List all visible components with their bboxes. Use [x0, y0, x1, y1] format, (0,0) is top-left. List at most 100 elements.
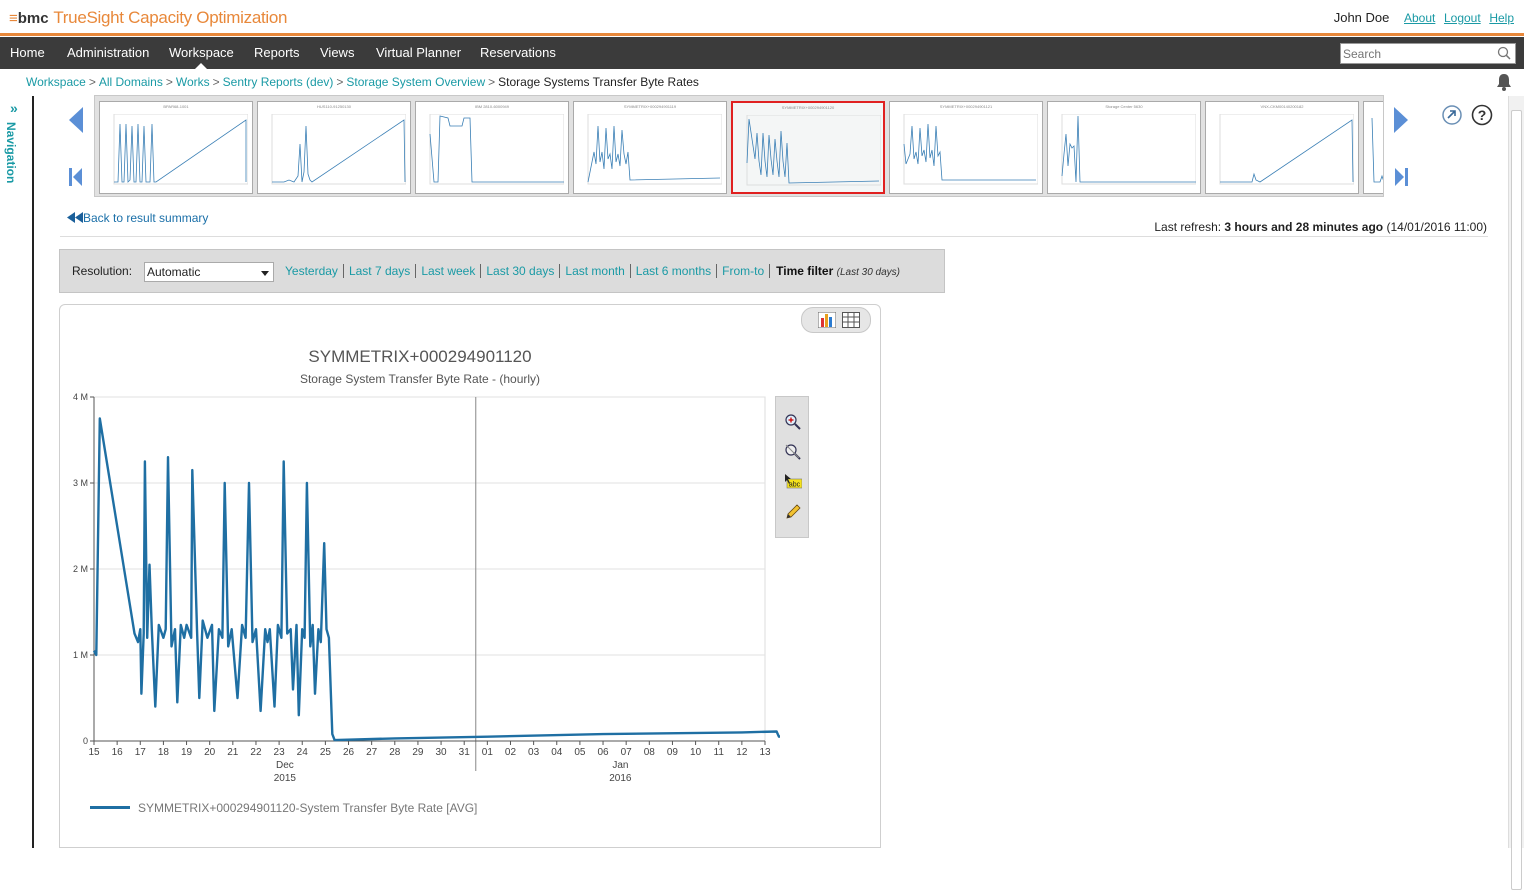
x-tick-label: 21 [227, 747, 239, 758]
search-box [1340, 43, 1516, 64]
x-tick-label: 18 [158, 747, 170, 758]
link-icon[interactable] [1442, 105, 1462, 125]
menu-views[interactable]: Views [320, 37, 354, 69]
breadcrumb-all-domains[interactable]: All Domains [99, 75, 163, 89]
x-tick-label: 31 [459, 747, 471, 758]
help-link[interactable]: Help [1489, 11, 1514, 25]
thumbnail[interactable]: SYMMETRIX+000294901121 [889, 101, 1043, 194]
period-last-week[interactable]: Last week [416, 264, 482, 278]
chart-legend[interactable]: SYMMETRIX+000294901120-System Transfer B… [90, 801, 477, 815]
zoom-reset-icon[interactable] [784, 443, 802, 461]
bar-chart-icon[interactable] [818, 312, 836, 328]
x-tick-label: 23 [274, 747, 286, 758]
x-tick-label: 09 [667, 747, 679, 758]
y-tick-label: 0 [83, 736, 88, 746]
chart-panel: SYMMETRIX+000294901120 Storage System Tr… [59, 304, 881, 848]
bell-icon[interactable] [1494, 72, 1514, 92]
x-tick-label: 28 [389, 747, 401, 758]
menu-reservations[interactable]: Reservations [480, 37, 556, 69]
breadcrumb-workspace[interactable]: Workspace [26, 75, 86, 89]
table-icon[interactable] [842, 312, 860, 328]
x-group-year: 2016 [609, 773, 632, 784]
x-tick-label: 20 [204, 747, 216, 758]
time-filter-label: Time filter [776, 264, 834, 278]
x-tick-label: 11 [714, 747, 725, 758]
carousel-prev-icon[interactable] [68, 106, 84, 134]
back-icon [67, 212, 83, 223]
x-tick-label: 29 [412, 747, 424, 758]
x-tick-label: 08 [644, 747, 656, 758]
series-line [92, 417, 780, 742]
thumbnail-chart [1219, 114, 1354, 185]
thumbnail[interactable]: VNX-CKM00140200182 [1205, 101, 1359, 194]
line-chart: 0 1 M 2 M 3 M 4 M 15 16 17 18 19 20 21 22 23 24 25 26 27 2… [73, 392, 780, 784]
thumbnail[interactable]: IBM 2810-6000949 [415, 101, 569, 194]
x-tick-label: 16 [112, 747, 124, 758]
thumbnail[interactable]: Storage Center 5630 [1047, 101, 1201, 194]
period-last-month[interactable]: Last month [560, 264, 631, 278]
x-tick-label: 05 [574, 747, 586, 758]
x-tick-label: 25 [320, 747, 332, 758]
carousel-last-icon[interactable] [1394, 168, 1408, 186]
y-tick-label: 2 M [73, 564, 88, 574]
svg-text:?: ? [1478, 107, 1487, 123]
breadcrumb-sentry-reports[interactable]: Sentry Reports (dev) [223, 75, 334, 89]
about-link[interactable]: About [1404, 11, 1435, 25]
logout-link[interactable]: Logout [1444, 11, 1481, 25]
product-name: TrueSight Capacity Optimization [53, 8, 288, 27]
breadcrumb-storage-overview[interactable]: Storage System Overview [346, 75, 485, 89]
back-to-summary-link[interactable]: Back to result summary [67, 211, 208, 225]
breadcrumb-works[interactable]: Works [176, 75, 210, 89]
menu-home[interactable]: Home [10, 37, 45, 69]
help-icon[interactable]: ? [1471, 104, 1493, 126]
x-tick-label: 19 [181, 747, 193, 758]
x-tick-label: 22 [250, 747, 262, 758]
navigation-panel[interactable]: » Navigation [0, 96, 34, 848]
x-tick-label: 15 [88, 747, 100, 758]
divider [60, 236, 1488, 237]
svg-text:abc: abc [789, 482, 801, 489]
scrollbar-thumb[interactable] [1511, 110, 1522, 890]
thumbnail-selected[interactable]: SYMMETRIX+000294901120 [731, 101, 885, 194]
y-tick-label: 1 M [73, 650, 88, 660]
page-scrollbar[interactable] [1508, 96, 1524, 890]
period-yesterday[interactable]: Yesterday [280, 264, 344, 278]
x-group-month: Dec [276, 760, 294, 771]
main-menu: Home Administration Workspace Reports Vi… [0, 37, 1524, 69]
chart-toolbar: abc [775, 396, 809, 538]
thumbnail[interactable]: BPAR68-1001 [99, 101, 253, 194]
x-group-month: Jan [612, 760, 628, 771]
carousel-first-icon[interactable] [69, 168, 83, 186]
user-box: John Doe About Logout Help [1334, 10, 1514, 25]
thumbnail-partial[interactable] [1363, 101, 1383, 194]
brand-logo[interactable]: ≡bmc TrueSight Capacity Optimization [9, 8, 287, 28]
thumbnail-carousel: BPAR68-1001 HUS110-91250130 IBM 2810-600… [94, 95, 1384, 197]
resolution-label: Resolution: [72, 264, 133, 278]
menu-virtual-planner[interactable]: Virtual Planner [376, 37, 461, 69]
time-filter-range: (Last 30 days) [836, 267, 900, 278]
expand-navigation-icon[interactable]: » [10, 100, 18, 116]
pencil-icon[interactable] [784, 503, 802, 521]
menu-reports[interactable]: Reports [254, 37, 300, 69]
carousel-next-icon[interactable] [1393, 106, 1409, 134]
period-last-30-days[interactable]: Last 30 days [481, 264, 561, 278]
period-last-6-months[interactable]: Last 6 months [630, 264, 718, 278]
resolution-select[interactable]: Automatic [144, 262, 274, 282]
search-input[interactable] [1341, 44, 1491, 63]
menu-administration[interactable]: Administration [67, 37, 149, 69]
period-last-7-days[interactable]: Last 7 days [343, 264, 417, 278]
user-name: John Doe [1333, 10, 1390, 25]
thumbnail[interactable]: HUS110-91250130 [257, 101, 411, 194]
x-tick-label: 04 [551, 747, 563, 758]
navigation-label[interactable]: Navigation [4, 122, 18, 183]
annotate-icon[interactable]: abc [784, 473, 802, 491]
search-icon[interactable] [1497, 46, 1511, 60]
y-tick-label: 4 M [73, 392, 88, 402]
thumbnail[interactable]: SYMMETRIX+000294901119 [573, 101, 727, 194]
zoom-in-icon[interactable] [784, 413, 802, 431]
thumbnail-chart [429, 114, 564, 185]
chevron-down-icon [261, 271, 269, 276]
period-from-to[interactable]: From-to [717, 264, 771, 278]
menu-workspace[interactable]: Workspace [169, 37, 234, 69]
time-filter-bar: Resolution: Automatic Yesterday Last 7 da… [59, 249, 945, 293]
